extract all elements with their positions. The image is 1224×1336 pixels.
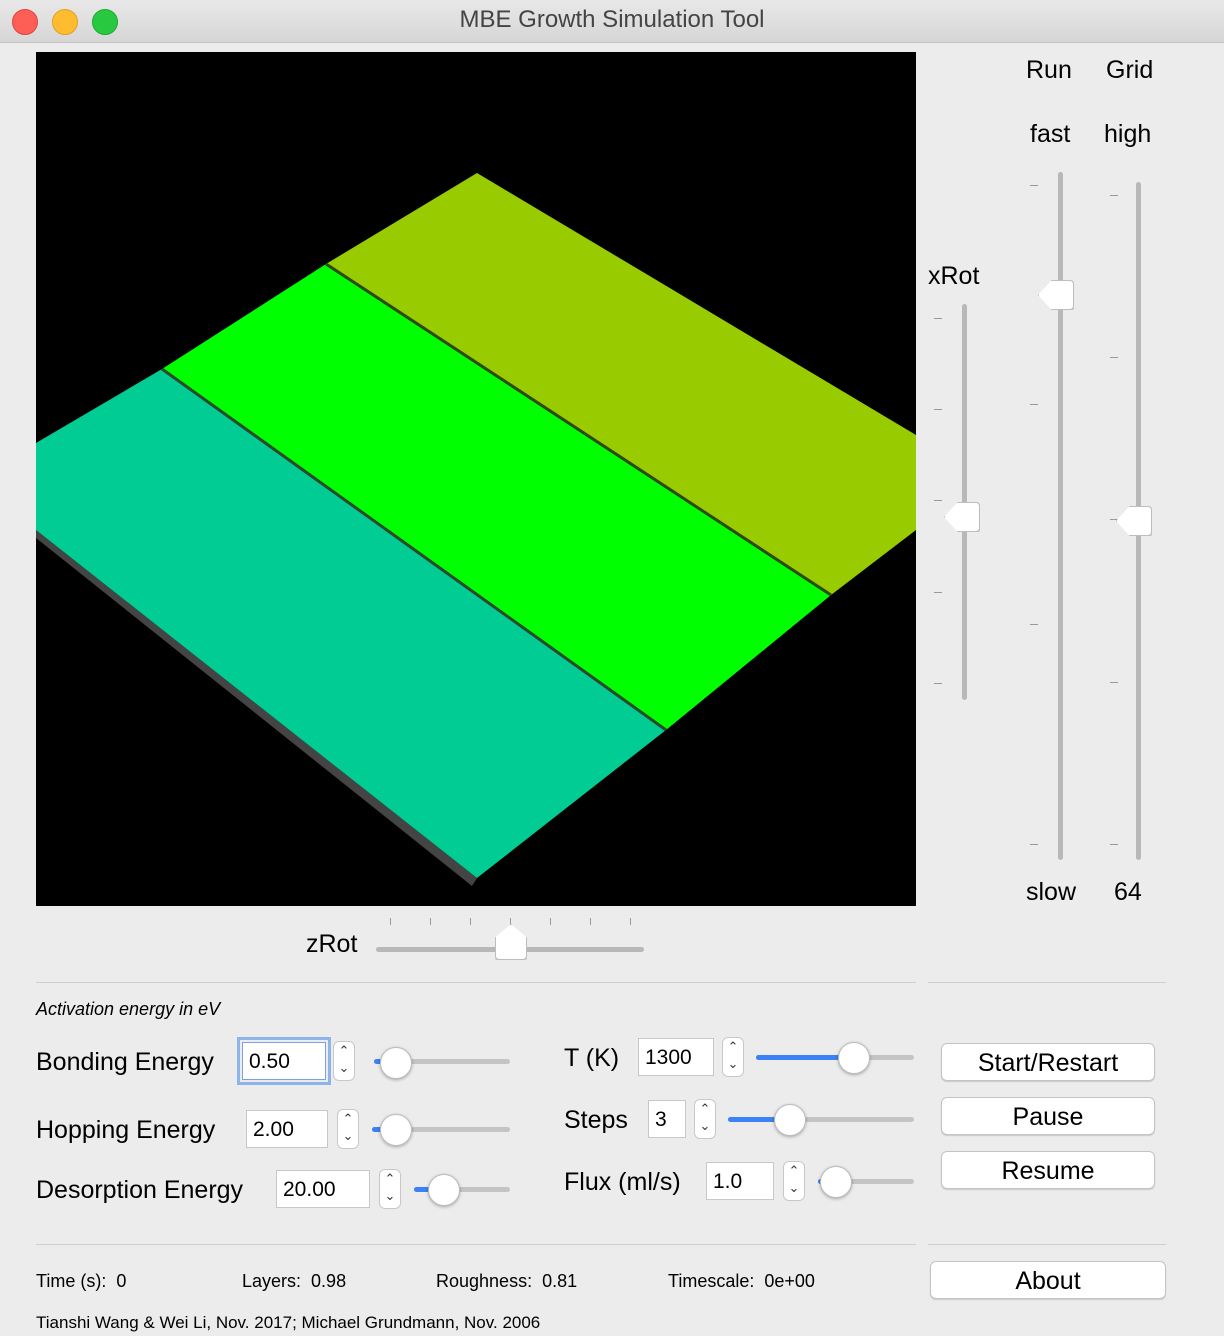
bonding-energy-slider-thumb[interactable] <box>380 1047 412 1079</box>
grid-64-label: 64 <box>1114 878 1142 906</box>
zrot-slider-thumb[interactable] <box>495 924 527 960</box>
roughness-value: 0.81 <box>542 1271 578 1291</box>
divider <box>36 982 916 983</box>
temperature-stepper[interactable]: ⌃ ⌄ <box>722 1037 744 1077</box>
steps-field[interactable]: 3 <box>648 1100 686 1138</box>
pause-button[interactable]: Pause <box>941 1097 1155 1135</box>
flux-field[interactable]: 1.0 <box>706 1162 774 1200</box>
temperature-slider-thumb[interactable] <box>838 1042 870 1074</box>
divider <box>36 1244 916 1245</box>
temperature-label: T (K) <box>564 1044 620 1072</box>
flux-stepper[interactable]: ⌃ ⌄ <box>783 1161 805 1201</box>
run-slow-label: slow <box>1026 878 1077 906</box>
layers-readout: Layers: 0.98 <box>242 1271 346 1292</box>
flux-slider-thumb[interactable] <box>820 1166 852 1198</box>
section-title: Activation energy in eV <box>36 999 221 1019</box>
temperature-slider[interactable] <box>756 1055 914 1060</box>
time-label: Time (s): <box>36 1271 107 1291</box>
bonding-energy-label: Bonding Energy <box>36 1048 214 1076</box>
about-button[interactable]: About <box>930 1261 1166 1299</box>
steps-label: Steps <box>564 1106 628 1134</box>
hopping-energy-field[interactable]: 2.00 <box>246 1110 328 1148</box>
hopping-energy-slider-thumb[interactable] <box>380 1114 412 1146</box>
xrot-slider[interactable] <box>930 300 990 710</box>
timescale-value: 0e+00 <box>764 1271 815 1291</box>
window-title: MBE Growth Simulation Tool <box>459 6 765 33</box>
time-value: 0 <box>116 1271 127 1291</box>
desorption-energy-field[interactable]: 20.00 <box>276 1170 370 1208</box>
steps-slider-thumb[interactable] <box>774 1104 806 1136</box>
divider <box>928 982 1166 983</box>
roughness-readout: Roughness: 0.81 <box>436 1271 577 1292</box>
grid-high-label: high <box>1104 120 1152 148</box>
surface-render <box>36 173 916 886</box>
grid-resolution-slider[interactable] <box>1104 180 1164 866</box>
timescale-label: Timescale: <box>668 1271 755 1291</box>
run-speed-slider[interactable] <box>1026 170 1086 866</box>
hopping-energy-stepper[interactable]: ⌃ ⌄ <box>337 1109 359 1149</box>
xrot-label: xRot <box>928 262 980 290</box>
run-slider-thumb[interactable] <box>1038 280 1074 310</box>
flux-label: Flux (ml/s) <box>564 1168 681 1196</box>
desorption-energy-label: Desorption Energy <box>36 1176 244 1204</box>
zrot-label: zRot <box>306 930 358 958</box>
credits-text: Tianshi Wang & Wei Li, Nov. 2017; Michae… <box>36 1313 541 1332</box>
zrot-slider[interactable] <box>374 912 646 962</box>
layers-label: Layers: <box>242 1271 302 1291</box>
bonding-energy-stepper[interactable]: ⌃ ⌄ <box>333 1041 355 1081</box>
layers-value: 0.98 <box>311 1271 347 1291</box>
simulation-viewport[interactable] <box>36 52 916 906</box>
steps-stepper[interactable]: ⌃ ⌄ <box>694 1099 716 1139</box>
time-readout: Time (s): 0 <box>36 1271 126 1292</box>
desorption-energy-stepper[interactable]: ⌃ ⌄ <box>379 1169 401 1209</box>
start-restart-button[interactable]: Start/Restart <box>941 1043 1155 1081</box>
temperature-field[interactable]: 1300 <box>638 1038 714 1076</box>
roughness-label: Roughness: <box>436 1271 533 1291</box>
steps-slider[interactable] <box>728 1117 914 1122</box>
run-label: Run <box>1026 56 1072 84</box>
desorption-energy-slider-thumb[interactable] <box>428 1174 460 1206</box>
xrot-slider-thumb[interactable] <box>944 502 980 532</box>
title-bar: MBE Growth Simulation Tool <box>0 0 1224 43</box>
run-fast-label: fast <box>1030 120 1071 148</box>
hopping-energy-label: Hopping Energy <box>36 1116 216 1144</box>
divider <box>928 1244 1166 1245</box>
grid-slider-thumb[interactable] <box>1116 506 1152 536</box>
resume-button[interactable]: Resume <box>941 1151 1155 1189</box>
bonding-energy-field[interactable]: 0.50 <box>237 1037 331 1085</box>
grid-label: Grid <box>1106 56 1154 84</box>
timescale-readout: Timescale: 0e+00 <box>668 1271 815 1292</box>
